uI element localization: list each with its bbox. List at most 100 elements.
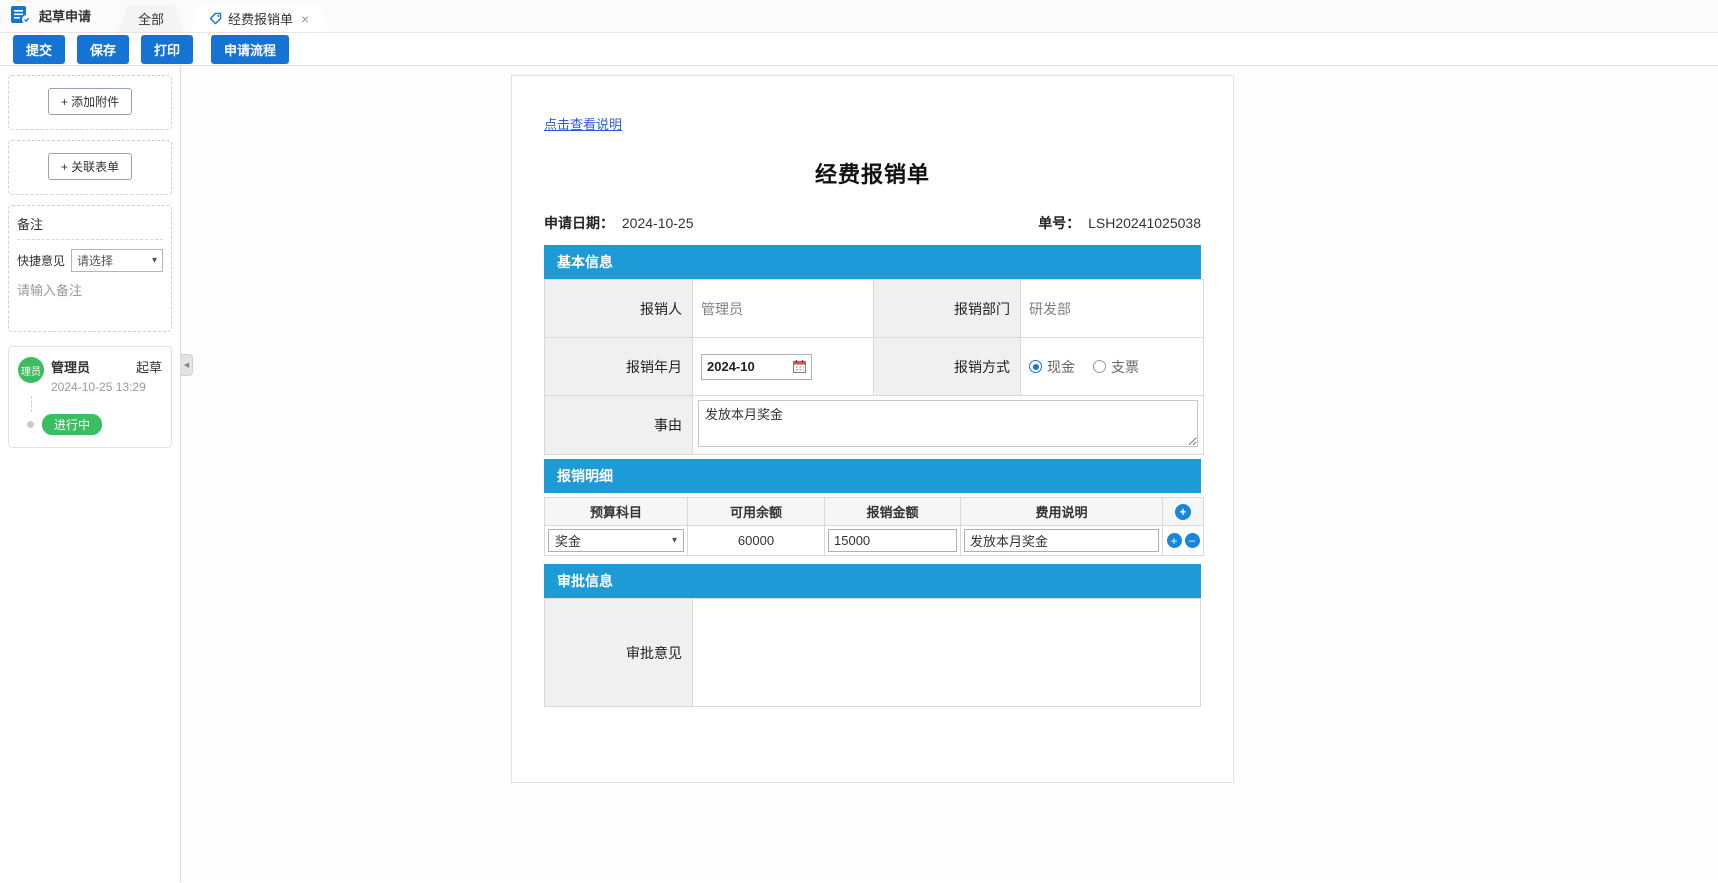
timeline-action: 起草 — [136, 357, 162, 376]
submit-button[interactable]: 提交 — [13, 35, 65, 64]
remark-card: 备注 快捷意见 请选择 ▾ — [8, 205, 172, 332]
timeline-info: 管理员 起草 2024-10-25 13:29 — [51, 357, 162, 394]
radio-check-label: 支票 — [1111, 357, 1139, 377]
app-title: 起草申请 — [10, 5, 91, 25]
detail-table: 预算科目 可用余额 报销金额 费用说明 + 奖金 ▾ 60000 — [544, 497, 1204, 556]
row-add-button[interactable]: + — [1167, 533, 1182, 548]
sidebar: + 添加附件 + 关联表单 备注 快捷意见 请选择 ▾ 理员 — [0, 66, 181, 882]
attachment-card: + 添加附件 — [8, 75, 172, 130]
quick-opinion-row: 快捷意见 请选择 ▾ — [17, 249, 163, 272]
app-title-label: 起草申请 — [39, 6, 91, 25]
tab-expense-form-label: 经费报销单 — [228, 9, 293, 28]
timeline-entry: 理员 管理员 起草 2024-10-25 13:29 — [18, 357, 162, 394]
print-button[interactable]: 打印 — [141, 35, 193, 64]
tab-all-label: 全部 — [138, 9, 164, 28]
desc-cell — [961, 526, 1163, 556]
detail-data-row: 奖金 ▾ 60000 + − — [545, 526, 1204, 556]
row-remove-button[interactable]: − — [1185, 533, 1200, 548]
timeline-timestamp: 2024-10-25 13:29 — [51, 380, 162, 394]
view-instructions-link[interactable]: 点击查看说明 — [544, 114, 622, 133]
amount-input[interactable] — [828, 529, 957, 552]
remark-input[interactable] — [17, 280, 163, 318]
method-label: 报销方式 — [874, 338, 1021, 396]
chevron-down-icon: ▾ — [672, 535, 677, 546]
add-attachment-label: 添加附件 — [71, 95, 119, 109]
dept-value: 研发部 — [1021, 280, 1204, 338]
approval-opinion-value — [693, 599, 1201, 707]
plus-icon: + — [61, 95, 68, 109]
reason-cell: 发放本月奖金 — [693, 396, 1204, 455]
save-button[interactable]: 保存 — [77, 35, 129, 64]
col-operations: + — [1163, 498, 1204, 526]
timeline-status-row: 进行中 — [27, 414, 162, 435]
calendar-icon[interactable] — [793, 360, 806, 373]
tab-bar: 起草申请 全部 经费报销单 × — [0, 0, 1718, 33]
status-badge: 进行中 — [42, 414, 102, 435]
table-row: 事由 发放本月奖金 — [545, 396, 1204, 455]
person-label: 报销人 — [545, 280, 693, 338]
table-row: 审批意见 — [545, 599, 1201, 707]
month-cell — [693, 338, 874, 396]
timeline-node-dot — [27, 421, 34, 428]
col-amount: 报销金额 — [825, 498, 961, 526]
link-form-label: 关联表单 — [71, 160, 119, 174]
budget-subject-value: 奖金 — [555, 531, 581, 550]
table-row: 报销人 管理员 报销部门 研发部 — [545, 280, 1204, 338]
table-row: 报销年月 — [545, 338, 1204, 396]
radio-cash-label: 现金 — [1047, 357, 1075, 377]
form-paper: 点击查看说明 经费报销单 申请日期： 2024-10-25 单号： LSH202… — [511, 75, 1234, 783]
apply-date: 申请日期： 2024-10-25 — [544, 213, 694, 233]
draft-application-icon — [10, 5, 32, 25]
form-title: 经费报销单 — [544, 157, 1201, 189]
month-field-wrap — [701, 354, 812, 380]
dept-label: 报销部门 — [874, 280, 1021, 338]
add-attachment-button[interactable]: + 添加附件 — [48, 88, 132, 115]
radio-cash[interactable]: 现金 — [1029, 357, 1075, 377]
month-label: 报销年月 — [545, 338, 693, 396]
serial-value: LSH20241025038 — [1088, 215, 1201, 231]
tab-close-icon[interactable]: × — [301, 11, 309, 27]
form-meta-row: 申请日期： 2024-10-25 单号： LSH20241025038 — [544, 213, 1201, 233]
apply-date-label: 申请日期： — [544, 215, 614, 231]
section-basic-info: 基本信息 — [544, 245, 1201, 279]
content-area: + 添加附件 + 关联表单 备注 快捷意见 请选择 ▾ 理员 — [0, 66, 1718, 882]
col-subject: 预算科目 — [545, 498, 688, 526]
reason-label: 事由 — [545, 396, 693, 455]
month-input[interactable] — [707, 359, 789, 374]
quick-opinion-select[interactable]: 请选择 ▾ — [71, 249, 163, 272]
method-cell: 现金 支票 — [1021, 338, 1204, 396]
tab-all[interactable]: 全部 — [118, 5, 184, 32]
radio-check[interactable]: 支票 — [1093, 357, 1139, 377]
serial-label: 单号： — [1038, 215, 1080, 231]
amount-cell — [825, 526, 961, 556]
tab-expense-form[interactable]: 经费报销单 × — [189, 5, 329, 32]
sidebar-collapse-handle[interactable]: ◀ — [181, 354, 193, 376]
section-approval: 审批信息 — [544, 564, 1201, 598]
timeline-user-name: 管理员 — [51, 357, 90, 376]
section-detail: 报销明细 — [544, 459, 1201, 493]
tab-strip: 全部 经费报销单 × — [118, 5, 329, 32]
budget-subject-select[interactable]: 奖金 ▾ — [548, 529, 684, 552]
person-value: 管理员 — [693, 280, 874, 338]
col-balance: 可用余额 — [688, 498, 825, 526]
add-row-button[interactable]: + — [1175, 504, 1191, 520]
serial-number: 单号： LSH20241025038 — [1038, 213, 1201, 233]
flow-timeline-card: 理员 管理员 起草 2024-10-25 13:29 进行中 — [8, 346, 172, 448]
timeline-connector — [31, 396, 162, 412]
row-operations: + − — [1163, 526, 1204, 556]
main-area: ◀ 点击查看说明 经费报销单 申请日期： 2024-10-25 单号： LSH2… — [181, 66, 1718, 882]
link-form-button[interactable]: + 关联表单 — [48, 153, 132, 180]
remark-title: 备注 — [17, 214, 163, 240]
method-radio-group: 现金 支票 — [1029, 357, 1203, 377]
reason-textarea[interactable]: 发放本月奖金 — [698, 400, 1198, 447]
approval-opinion-label: 审批意见 — [545, 599, 693, 707]
quick-opinion-label: 快捷意见 — [17, 252, 65, 269]
expense-desc-input[interactable] — [964, 529, 1159, 552]
radio-on-icon — [1029, 360, 1042, 373]
subject-cell: 奖金 ▾ — [545, 526, 688, 556]
avatar: 理员 — [18, 357, 44, 383]
toolbar: 提交 保存 打印 申请流程 — [0, 33, 1718, 66]
chevron-down-icon: ▾ — [152, 255, 157, 266]
balance-value: 60000 — [688, 526, 825, 556]
apply-flow-button[interactable]: 申请流程 — [211, 35, 289, 64]
